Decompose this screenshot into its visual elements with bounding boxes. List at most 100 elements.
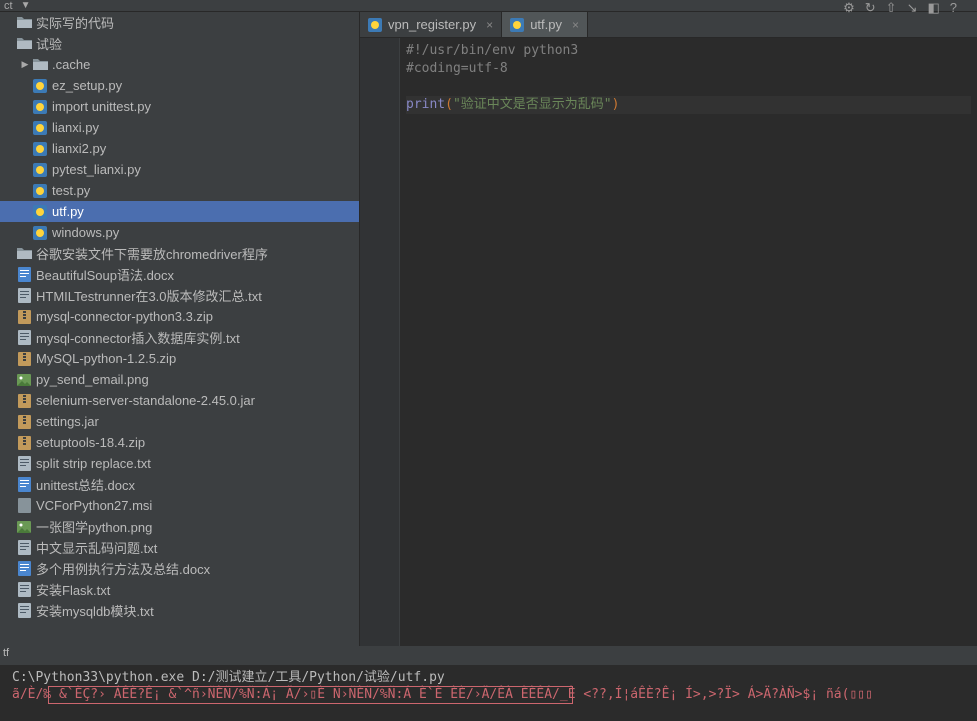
tree-item[interactable]: 安装Flask.txt [0,579,359,600]
py-icon [32,225,48,241]
tree-item-label: ez_setup.py [52,78,122,93]
tree-item-label: pytest_lianxi.py [52,162,141,177]
tree-item-label: import unittest.py [52,99,151,114]
code-string: "验证中文是否显示为乱码" [453,97,612,112]
gear-icon[interactable]: ⚙ [843,0,855,16]
editor-body: #!/usr/bin/env python3 #coding=utf-8 pri… [360,38,977,646]
tree-item[interactable]: split strip replace.txt [0,453,359,474]
tree-item-label: split strip replace.txt [36,456,151,471]
folder-icon [32,57,48,73]
py-icon [510,18,524,32]
tree-item[interactable]: mysql-connector-python3.3.zip [0,306,359,327]
tree-item[interactable]: windows.py [0,222,359,243]
jar-icon [16,393,32,409]
code-editor[interactable]: #!/usr/bin/env python3 #coding=utf-8 pri… [400,38,977,646]
tree-item[interactable]: 一张图学python.png [0,516,359,537]
tree-item[interactable]: unittest总结.docx [0,474,359,495]
tree-item[interactable]: pytest_lianxi.py [0,159,359,180]
editor-tab[interactable]: vpn_register.py× [360,12,502,37]
tree-item-label: VCForPython27.msi [36,498,152,513]
file-icon [16,498,32,514]
tree-item[interactable]: MySQL-python-1.2.5.zip [0,348,359,369]
tree-item-label: .cache [52,57,90,72]
project-tree[interactable]: 实际写的代码试验 ▶ .cache ez_setup.pyimport unittes… [0,12,360,646]
py-icon [32,120,48,136]
doc-icon [16,561,32,577]
tree-item-label: 中文显示乱码问题.txt [36,538,157,557]
py-icon [32,204,48,220]
tree-item[interactable]: selenium-server-standalone-2.45.0.jar [0,390,359,411]
tree-item[interactable]: 多个用例执行方法及总结.docx [0,558,359,579]
tree-item[interactable]: settings.jar [0,411,359,432]
editor-area: vpn_register.py×utf.py× #!/usr/bin/env p… [360,12,977,646]
tree-item-label: HTMILTestrunner在3.0版本修改汇总.txt [36,286,262,305]
py-icon [32,99,48,115]
tree-item[interactable]: 试验 [0,33,359,54]
tree-item-label: test.py [52,183,90,198]
top-bar: ct ▼ [0,0,977,12]
download-icon[interactable]: ↘ [907,0,918,16]
editor-tab[interactable]: utf.py× [502,12,588,37]
sync-icon[interactable]: ↻ [865,0,876,16]
tree-item-label: utf.py [52,204,84,219]
txt-icon [16,540,32,556]
close-icon[interactable]: × [486,18,493,32]
tree-item-label: selenium-server-standalone-2.45.0.jar [36,393,255,408]
doc-icon [16,267,32,283]
tree-item-label: lianxi.py [52,120,99,135]
console-command: C:\Python33\python.exe D:/测试建立/工具/Python… [12,669,965,686]
chevron-down-icon[interactable]: ▼ [21,0,31,11]
tree-item[interactable]: lianxi2.py [0,138,359,159]
tree-item[interactable]: utf.py [0,201,359,222]
tree-item-label: MySQL-python-1.2.5.zip [36,351,176,366]
tree-item-label: lianxi2.py [52,141,106,156]
tree-item[interactable]: import unittest.py [0,96,359,117]
close-icon[interactable]: × [572,18,579,32]
tree-item[interactable]: VCForPython27.msi [0,495,359,516]
tree-item[interactable]: test.py [0,180,359,201]
py-icon [368,18,382,32]
tree-item-label: BeautifulSoup语法.docx [36,265,174,284]
txt-icon [16,456,32,472]
tree-item-label: 安装Flask.txt [36,580,110,599]
jar-icon [16,414,32,430]
tree-item[interactable]: 中文显示乱码问题.txt [0,537,359,558]
tree-item[interactable]: 实际写的代码 [0,12,359,33]
tree-item[interactable]: 安装mysqldb模块.txt [0,600,359,621]
code-line-2: #coding=utf-8 [406,61,508,76]
folder-icon [16,246,32,262]
tree-item-label: 多个用例执行方法及总结.docx [36,559,210,578]
tree-item-label: py_send_email.png [36,372,149,387]
zip-icon [16,309,32,325]
tree-item-label: 一张图学python.png [36,517,152,536]
tree-item-label: mysql-connector插入数据库实例.txt [36,328,240,347]
tree-item-label: 试验 [36,34,62,53]
console-output[interactable]: C:\Python33\python.exe D:/测试建立/工具/Python… [0,665,977,721]
tree-item-label: 谷歌安装文件下需要放chromedriver程序 [36,244,268,263]
txt-icon [16,330,32,346]
doc-icon [16,477,32,493]
tree-item[interactable]: mysql-connector插入数据库实例.txt [0,327,359,348]
img-icon [16,519,32,535]
tree-item[interactable]: ez_setup.py [0,75,359,96]
tree-item-label: settings.jar [36,414,99,429]
tree-item-label: 安装mysqldb模块.txt [36,601,154,620]
tree-item[interactable]: lianxi.py [0,117,359,138]
expand-arrow-icon[interactable]: ▶ [18,59,32,70]
tree-item[interactable]: HTMILTestrunner在3.0版本修改汇总.txt [0,285,359,306]
toolbar-icons: ⚙ ↻ ⇧ ↘ ◧ ? [843,0,977,16]
tree-item[interactable]: setuptools-18.4.zip [0,432,359,453]
py-icon [32,78,48,94]
help-icon[interactable]: ? [950,0,957,16]
tree-item[interactable]: py_send_email.png [0,369,359,390]
tree-item[interactable]: BeautifulSoup语法.docx [0,264,359,285]
split-icon[interactable]: ◧ [927,0,939,16]
console-tab[interactable]: tf [0,647,977,665]
folder-icon [16,15,32,31]
tree-item-label: 实际写的代码 [36,13,114,32]
code-print: print [406,97,445,112]
tree-item[interactable]: ▶ .cache [0,54,359,75]
upload-icon[interactable]: ⇧ [886,0,897,16]
folder-icon [16,36,32,52]
tree-item[interactable]: 谷歌安装文件下需要放chromedriver程序 [0,243,359,264]
